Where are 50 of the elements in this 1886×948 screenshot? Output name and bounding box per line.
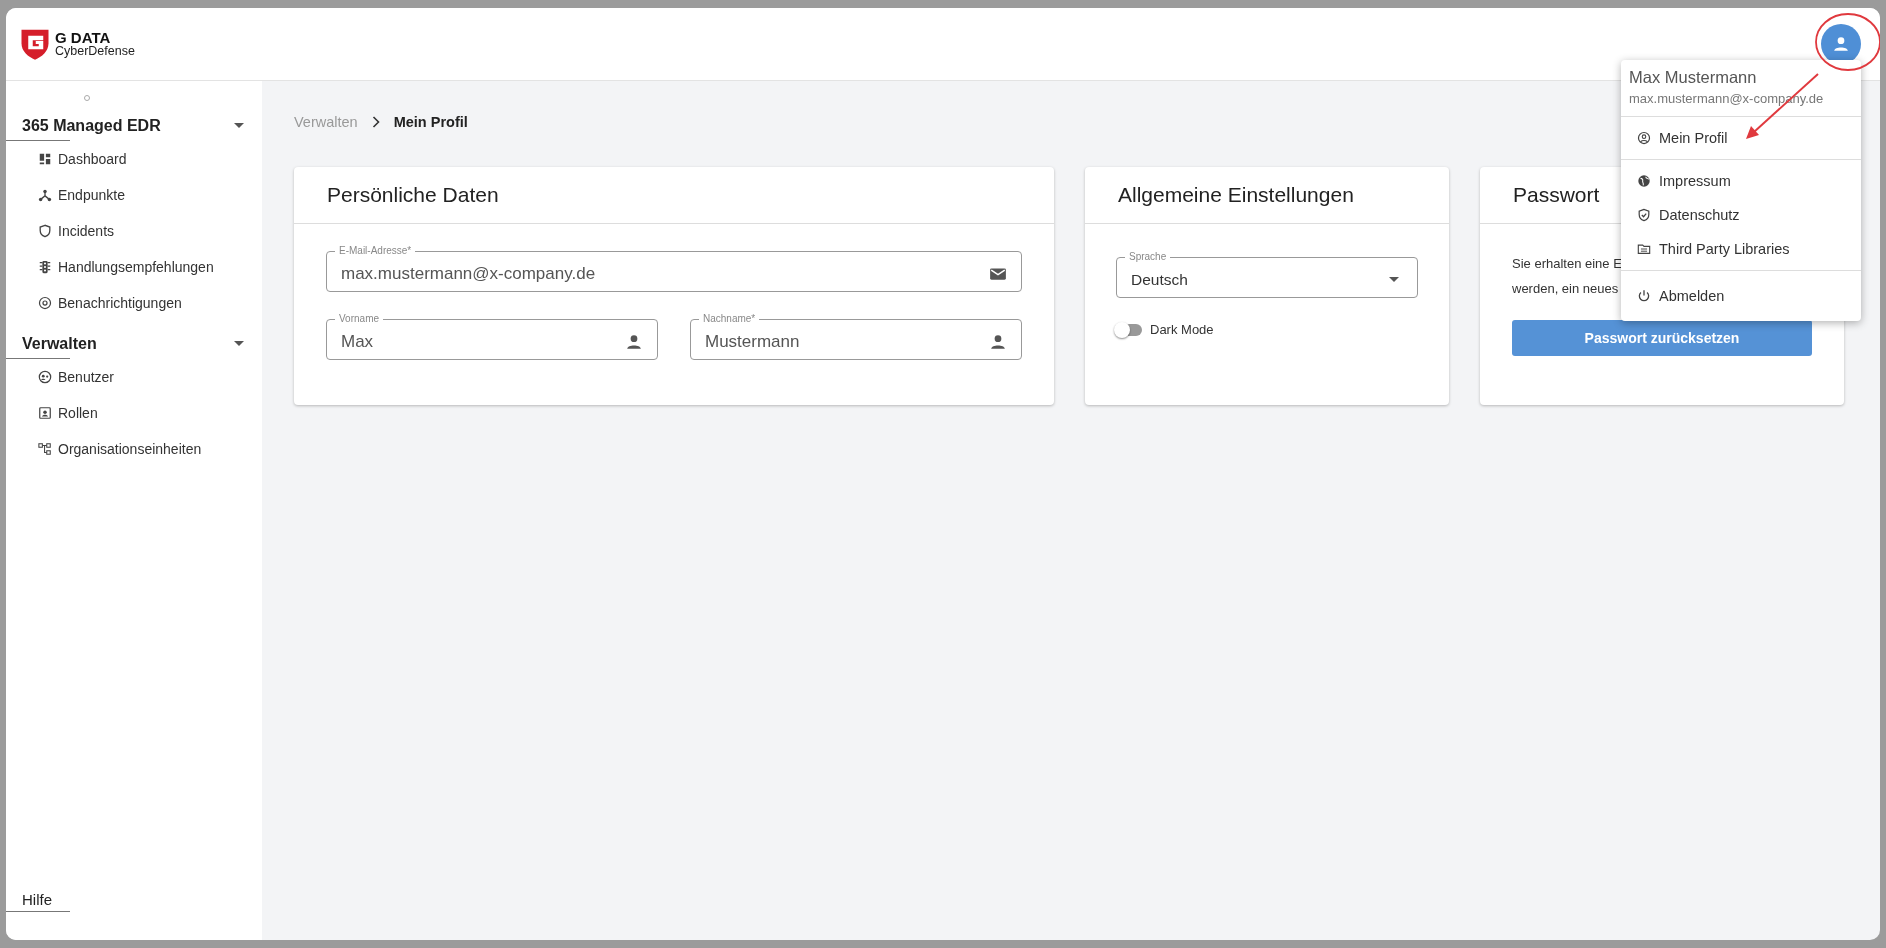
logo-shield-icon <box>20 27 50 61</box>
sidebar-section-title[interactable]: Verwalten <box>22 335 97 353</box>
menu-item[interactable]: Abmelden <box>1621 279 1861 313</box>
sidebar-item[interactable]: Benutzer <box>6 359 262 395</box>
help-link[interactable]: Hilfe <box>6 891 56 908</box>
input-field[interactable]: E-Mail-Adresse* max.mustermann@x-company.de <box>326 244 1022 292</box>
shield-check-icon <box>1637 208 1651 222</box>
card-title: Allgemeine Einstellungen <box>1085 167 1449 224</box>
user-name: Max Mustermann <box>1629 68 1758 87</box>
chevron-right-icon <box>371 116 380 128</box>
input-field[interactable]: Nachname* Mustermann <box>690 312 1022 360</box>
mail-icon <box>989 265 1007 283</box>
hierarchy-icon <box>38 442 52 456</box>
input-field[interactable]: Vorname Max <box>326 312 658 360</box>
account-circle-icon <box>1637 131 1651 145</box>
users-icon <box>38 370 52 384</box>
globe-icon <box>1637 174 1651 188</box>
toggle-label: Dark Mode <box>1150 322 1214 337</box>
description-text: werden, ein neues <box>1512 281 1619 296</box>
menu-item[interactable]: Mein Profil <box>1621 121 1861 155</box>
sidebar-item[interactable]: Organisationseinheiten <box>6 431 262 467</box>
caret-icon[interactable] <box>234 123 244 129</box>
menu-item[interactable]: Third Party Libraries <box>1621 232 1861 266</box>
breadcrumb-item: Mein Profil <box>393 114 468 130</box>
description-text: Sie erhalten eine E <box>1512 256 1622 271</box>
person-icon <box>989 333 1007 351</box>
dashboard-icon <box>38 152 52 166</box>
language-select[interactable]: Sprache Deutsch <box>1116 250 1418 298</box>
sidebar-item[interactable]: Dashboard <box>6 141 262 177</box>
id-card-icon <box>38 406 52 420</box>
brand-name: G DATA <box>55 29 112 46</box>
toggle-switch[interactable] <box>1116 323 1142 336</box>
sidebar-section-title[interactable]: 365 Managed EDR <box>22 117 161 135</box>
card-title: Persönliche Daten <box>294 167 1054 224</box>
sidebar-item[interactable]: Handlungsempfehlungen <box>6 249 262 285</box>
network-icon <box>38 188 52 202</box>
person-icon <box>1832 35 1850 53</box>
folder-icon <box>1637 242 1651 256</box>
sidebar-item[interactable]: Incidents <box>6 213 262 249</box>
caret-icon <box>1389 277 1399 283</box>
shield-icon <box>38 224 52 238</box>
caret-icon[interactable] <box>234 341 244 347</box>
person-icon <box>625 333 643 351</box>
sidebar-item[interactable]: Rollen <box>6 395 262 431</box>
sidebar-item[interactable]: Benachrichtigungen <box>6 285 262 321</box>
sidebar-item[interactable]: Endpunkte <box>6 177 262 213</box>
power-icon <box>1637 289 1651 303</box>
traffic-light-icon <box>38 260 52 274</box>
brand-tagline: CyberDefense <box>55 45 135 59</box>
at-sign-icon <box>38 296 52 310</box>
